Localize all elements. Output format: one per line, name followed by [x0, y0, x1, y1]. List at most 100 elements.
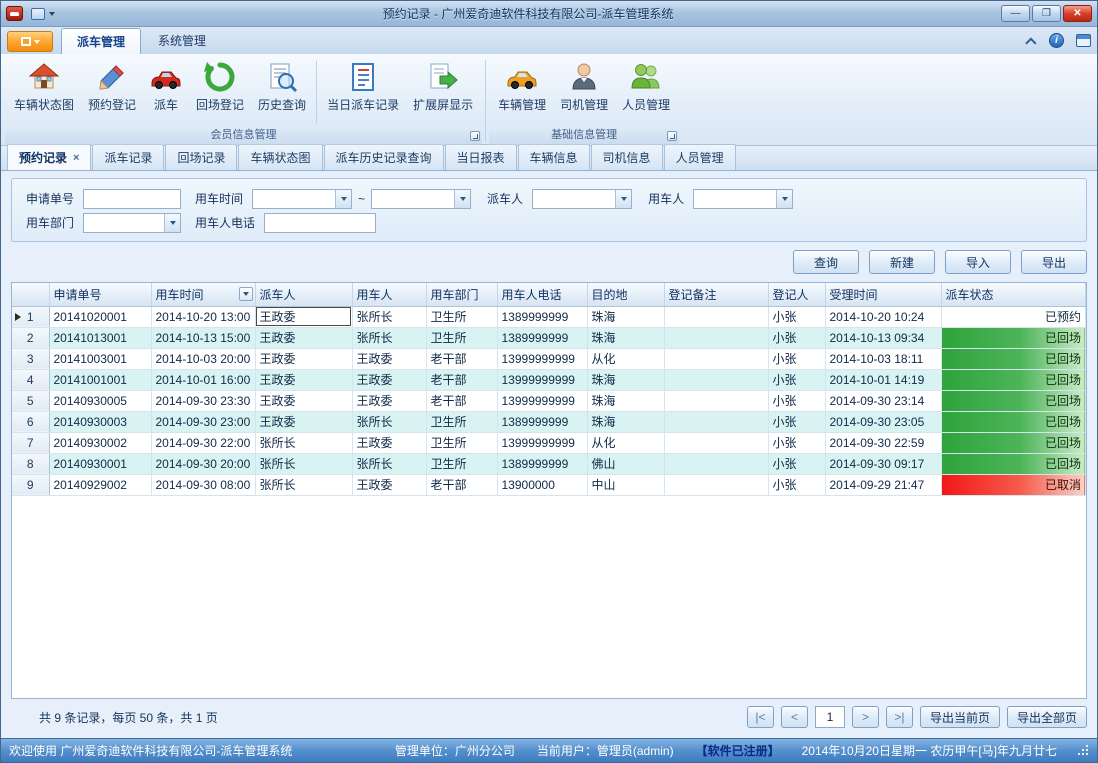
status-cell[interactable]: 已取消 [941, 474, 1086, 495]
dialog-launcher-icon[interactable] [470, 131, 480, 141]
grid-cell[interactable]: 张所长 [352, 327, 426, 348]
grid-cell[interactable]: 卫生所 [426, 453, 497, 474]
last-page-button[interactable]: >| [886, 706, 913, 728]
tab-driver-info[interactable]: 司机信息 [591, 144, 663, 170]
vehicle-status-chart-button[interactable]: 车辆状态图 [7, 57, 81, 127]
col-request-no[interactable]: 申请单号 [49, 283, 151, 306]
grid-cell[interactable]: 佛山 [587, 453, 664, 474]
grid-cell[interactable]: 张所长 [255, 474, 352, 495]
grid-cell[interactable]: 20141003001 [49, 348, 151, 369]
dispatcher-dropdown[interactable] [532, 189, 632, 209]
table-row[interactable]: 5201409300052014-09-30 23:30王政委王政委老干部139… [12, 390, 1086, 411]
grid-cell[interactable]: 13999999999 [497, 369, 587, 390]
grid-cell[interactable]: 2014-09-30 22:59 [825, 432, 941, 453]
tab-dispatch-records[interactable]: 派车记录 [92, 144, 164, 170]
grid-cell[interactable]: 王政委 [352, 474, 426, 495]
request-no-input[interactable] [83, 189, 181, 209]
dropdown-button[interactable] [164, 214, 180, 232]
dialog-launcher-icon[interactable] [667, 131, 677, 141]
grid-cell[interactable]: 王政委 [352, 390, 426, 411]
grid-cell[interactable]: 2014-09-30 23:30 [151, 390, 255, 411]
status-cell[interactable]: 已回场 [941, 348, 1086, 369]
grid-cell[interactable]: 2014-09-30 23:14 [825, 390, 941, 411]
grid-cell[interactable]: 中山 [587, 474, 664, 495]
grid-cell[interactable]: 2014-10-03 18:11 [825, 348, 941, 369]
grid-cell[interactable]: 王政委 [255, 306, 352, 327]
grid-cell[interactable]: 小张 [768, 369, 825, 390]
grid-cell[interactable]: 卫生所 [426, 306, 497, 327]
dispatch-button[interactable]: 派车 [143, 57, 189, 127]
resize-grip[interactable] [1079, 746, 1089, 756]
grid-cell[interactable]: 小张 [768, 474, 825, 495]
grid-cell[interactable]: 2014-10-01 14:19 [825, 369, 941, 390]
row-indicator[interactable]: 2 [12, 327, 49, 348]
vehicle-management-button[interactable]: 车辆管理 [491, 57, 553, 127]
status-cell[interactable]: 已回场 [941, 432, 1086, 453]
grid-cell[interactable]: 小张 [768, 306, 825, 327]
col-department[interactable]: 用车部门 [426, 283, 497, 306]
grid-cell[interactable]: 小张 [768, 327, 825, 348]
titlebar[interactable]: 预约记录 - 广州爱奇迪软件科技有限公司-派车管理系统 — ❐ ✕ [1, 1, 1097, 27]
grid-cell[interactable]: 2014-10-01 16:00 [151, 369, 255, 390]
grid-cell[interactable]: 王政委 [255, 390, 352, 411]
status-cell[interactable]: 已回场 [941, 453, 1086, 474]
tab-dispatch-history-query[interactable]: 派车历史记录查询 [324, 144, 444, 170]
grid-cell[interactable]: 珠海 [587, 327, 664, 348]
grid-cell[interactable]: 王政委 [352, 348, 426, 369]
import-button[interactable]: 导入 [945, 250, 1011, 274]
grid-cell[interactable]: 2014-09-30 22:00 [151, 432, 255, 453]
grid-cell[interactable] [664, 474, 768, 495]
minimize-button[interactable]: — [1001, 5, 1030, 22]
grid-cell[interactable]: 王政委 [352, 432, 426, 453]
grid-cell[interactable]: 卫生所 [426, 432, 497, 453]
grid-cell[interactable]: 卫生所 [426, 327, 497, 348]
grid-cell[interactable]: 2014-10-13 09:34 [825, 327, 941, 348]
quick-access-toolbar-icon[interactable] [31, 8, 45, 20]
grid-cell[interactable]: 1389999999 [497, 306, 587, 327]
grid-cell[interactable] [664, 348, 768, 369]
table-row[interactable]: 8201409300012014-09-30 20:00张所长张所长卫生所138… [12, 453, 1086, 474]
user-phone-input[interactable] [264, 213, 376, 233]
grid-cell[interactable]: 2014-09-30 08:00 [151, 474, 255, 495]
grid-cell[interactable]: 珠海 [587, 369, 664, 390]
grid-cell[interactable]: 2014-10-20 13:00 [151, 306, 255, 327]
col-destination[interactable]: 目的地 [587, 283, 664, 306]
dropdown-button[interactable] [335, 190, 351, 208]
grid-cell[interactable] [664, 306, 768, 327]
dropdown-button[interactable] [454, 190, 470, 208]
dropdown-button[interactable] [615, 190, 631, 208]
grid-cell[interactable]: 2014-09-30 09:17 [825, 453, 941, 474]
grid-cell[interactable]: 小张 [768, 390, 825, 411]
grid-cell[interactable]: 20141020001 [49, 306, 151, 327]
grid-cell[interactable]: 王政委 [255, 327, 352, 348]
col-registrant[interactable]: 登记人 [768, 283, 825, 306]
grid-cell[interactable]: 2014-09-29 21:47 [825, 474, 941, 495]
table-row[interactable]: 1201410200012014-10-20 13:00王政委张所长卫生所138… [12, 306, 1086, 327]
grid-cell[interactable]: 1389999999 [497, 327, 587, 348]
grid-cell[interactable]: 从化 [587, 432, 664, 453]
grid-cell[interactable]: 从化 [587, 348, 664, 369]
close-button[interactable]: ✕ [1063, 5, 1092, 22]
grid-cell[interactable]: 2014-10-13 15:00 [151, 327, 255, 348]
daily-dispatch-record-button[interactable]: 当日派车记录 [320, 57, 406, 127]
grid-cell[interactable]: 13900000 [497, 474, 587, 495]
col-register-note[interactable]: 登记备注 [664, 283, 768, 306]
grid-cell[interactable]: 20140930001 [49, 453, 151, 474]
table-row[interactable]: 9201409290022014-09-30 08:00张所长王政委老干部139… [12, 474, 1086, 495]
app-icon[interactable] [6, 6, 23, 21]
grid-cell[interactable]: 小张 [768, 348, 825, 369]
row-indicator[interactable]: 9 [12, 474, 49, 495]
grid-cell[interactable]: 2014-09-30 23:00 [151, 411, 255, 432]
status-cell[interactable]: 已回场 [941, 390, 1086, 411]
col-dispatcher[interactable]: 派车人 [255, 283, 352, 306]
table-row[interactable]: 3201410030012014-10-03 20:00王政委王政委老干部139… [12, 348, 1086, 369]
col-dispatch-status[interactable]: 派车状态 [941, 283, 1086, 306]
info-icon[interactable]: i [1049, 33, 1064, 48]
grid-cell[interactable]: 小张 [768, 453, 825, 474]
grid-cell[interactable]: 张所长 [255, 432, 352, 453]
personnel-management-button[interactable]: 人员管理 [615, 57, 677, 127]
driver-management-button[interactable]: 司机管理 [553, 57, 615, 127]
grid-cell[interactable]: 珠海 [587, 306, 664, 327]
use-time-from-dropdown[interactable] [252, 189, 352, 209]
grid-cell[interactable]: 老干部 [426, 474, 497, 495]
